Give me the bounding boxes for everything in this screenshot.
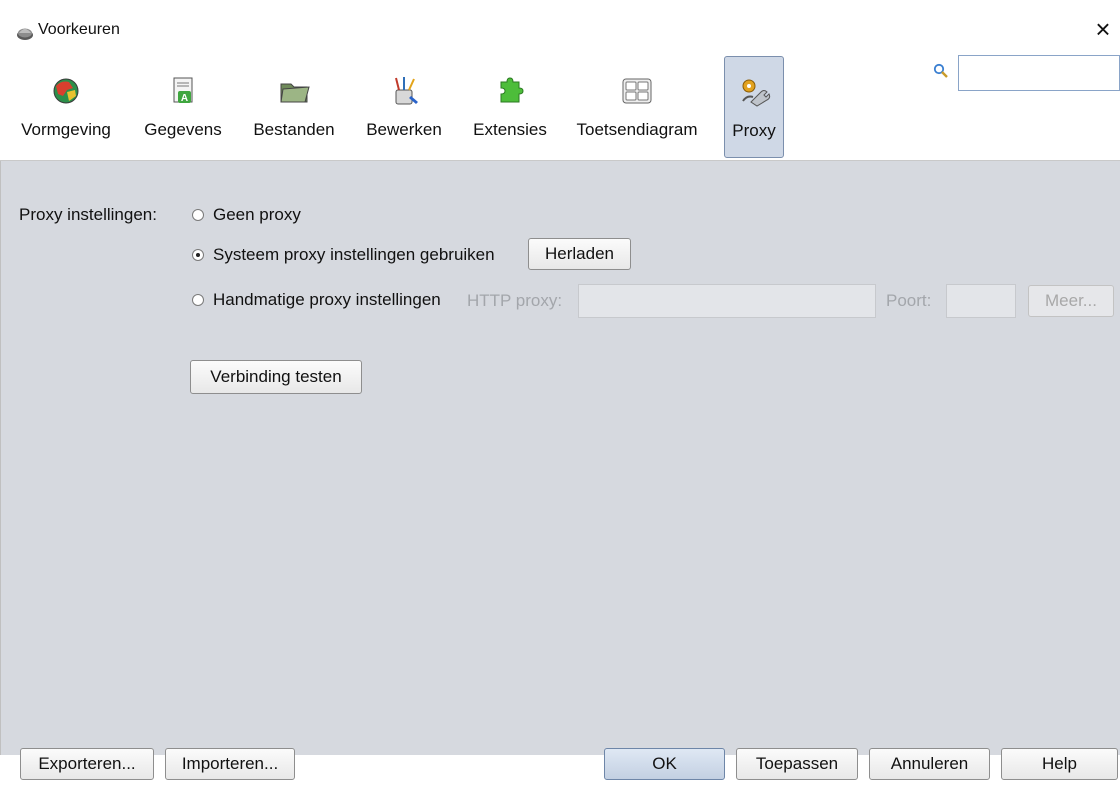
radio-no-proxy[interactable]: [192, 209, 204, 221]
tab-gegevens[interactable]: A Gegevens: [136, 56, 230, 156]
proxy-settings-label: Proxy instellingen:: [19, 205, 157, 224]
search-input[interactable]: [958, 55, 1120, 91]
tab-label: Vormgeving: [21, 120, 111, 139]
export-button[interactable]: Exporteren...: [20, 748, 154, 780]
top-strip: [0, 0, 1120, 6]
cancel-button[interactable]: Annuleren: [869, 748, 990, 780]
globe-icon: [49, 74, 83, 108]
no-proxy-label[interactable]: Geen proxy: [213, 205, 301, 225]
radio-manual-proxy[interactable]: [192, 294, 204, 306]
help-button[interactable]: Help: [1001, 748, 1118, 780]
tab-label: Proxy: [732, 121, 776, 140]
tab-toetsendiagram[interactable]: Toetsendiagram: [568, 56, 706, 156]
ok-button[interactable]: OK: [604, 748, 725, 780]
keyboard-keys-icon: [620, 74, 654, 108]
gear-wrench-icon: [737, 75, 771, 109]
search-icon: [933, 63, 949, 79]
manual-proxy-label[interactable]: Handmatige proxy instellingen: [213, 290, 441, 310]
tab-bewerken[interactable]: Bewerken: [358, 56, 450, 156]
apply-button[interactable]: Toepassen: [736, 748, 858, 780]
tab-label: Extensies: [473, 120, 547, 139]
port-label: Poort:: [886, 291, 932, 310]
tab-label: Bewerken: [366, 120, 442, 139]
import-button[interactable]: Importeren...: [165, 748, 295, 780]
window-title: Voorkeuren: [38, 21, 120, 38]
tab-extensies[interactable]: Extensies: [464, 56, 556, 156]
more-button[interactable]: Meer...: [1028, 285, 1114, 317]
port-field[interactable]: [946, 284, 1016, 318]
folder-icon: [277, 74, 311, 108]
tools-cup-icon: [387, 74, 421, 108]
tab-proxy[interactable]: Proxy: [724, 56, 784, 158]
http-proxy-field[interactable]: [578, 284, 876, 318]
app-icon: [16, 24, 34, 42]
test-connection-button[interactable]: Verbinding testen: [190, 360, 362, 394]
close-icon[interactable]: ×: [1090, 16, 1116, 42]
svg-text:A: A: [181, 93, 188, 104]
tab-label: Gegevens: [144, 120, 222, 139]
radio-system-proxy[interactable]: [192, 249, 204, 261]
http-proxy-label: HTTP proxy:: [467, 291, 563, 310]
data-document-icon: A: [166, 74, 200, 108]
title-bar: [0, 10, 1120, 50]
tab-bestanden[interactable]: Bestanden: [244, 56, 344, 156]
system-proxy-label[interactable]: Systeem proxy instellingen gebruiken: [213, 245, 495, 265]
puzzle-piece-icon: [493, 74, 527, 108]
tab-label: Toetsendiagram: [576, 120, 698, 139]
tab-label: Bestanden: [253, 120, 335, 139]
reload-button[interactable]: Herladen: [528, 238, 631, 270]
panel-edge: [0, 161, 1, 755]
tab-vormgeving[interactable]: Vormgeving: [12, 56, 120, 156]
